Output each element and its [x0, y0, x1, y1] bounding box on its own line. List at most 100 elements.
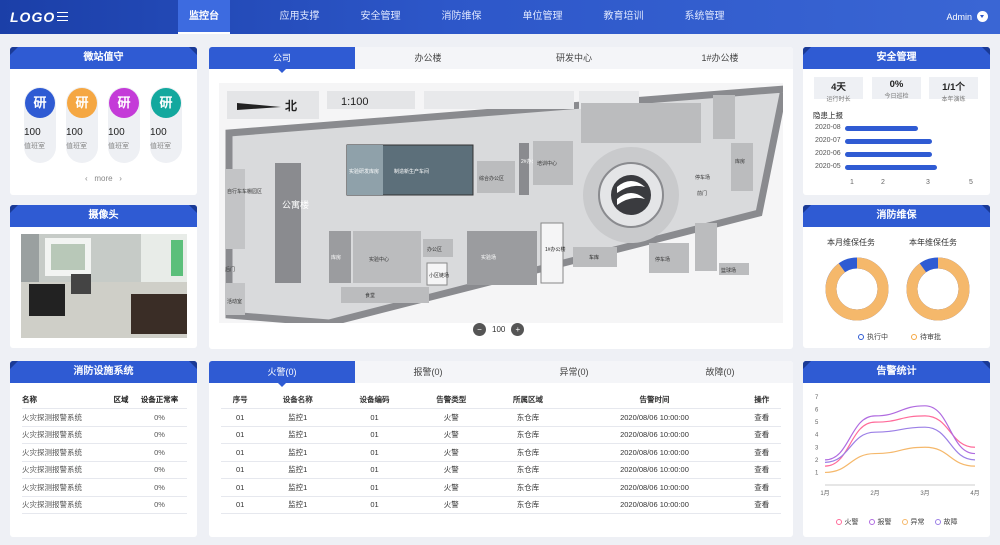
safety-panel: 安全管理 4天 运行时长 0% 今日巡检 1/1个 本年演练 隐患上报 2020-08 20…	[803, 47, 990, 195]
nav-item-6[interactable]: 系统管理	[664, 0, 745, 34]
table-row[interactable]: 01 监控1 01 火警 东仓库 2020/08/06 10:00:00 查看	[221, 461, 781, 479]
camera-feed[interactable]	[21, 234, 187, 338]
table-row[interactable]: 01 监控1 01 火警 东仓库 2020/08/06 10:00:00 查看	[221, 496, 781, 514]
table-cell: 2020/08/06 10:00:00	[566, 426, 743, 444]
donut-center-label: 90%	[928, 284, 948, 295]
duty-pager[interactable]: ‹ more ›	[10, 174, 197, 183]
user-menu[interactable]: Admin	[946, 11, 988, 22]
hazard-bar-row: 2020-06	[815, 150, 985, 159]
table-cell: 东仓库	[489, 443, 567, 462]
legend-text: 异常	[910, 519, 925, 526]
logo: LOGO	[10, 9, 56, 25]
menu-icon[interactable]	[57, 12, 68, 21]
table-cell: 01	[221, 408, 260, 427]
series-line-1	[824, 405, 976, 461]
alarm-tabs: 火警(0) 报警(0) 异常(0) 故障(0)	[209, 361, 793, 387]
table-cell: 2020/08/06 10:00:00	[566, 443, 743, 462]
map-tab-3[interactable]: 1#办公楼	[647, 47, 793, 69]
nav-item-0[interactable]: 监控台	[178, 0, 230, 34]
table-row[interactable]: 火灾探测报警系统 0%	[22, 426, 187, 444]
stat-label: 今日巡检	[884, 94, 909, 100]
duty-card[interactable]: 研 100 值班室	[108, 87, 140, 163]
table-row[interactable]: 01 监控1 01 火警 东仓库 2020/08/06 10:00:00 查看	[221, 478, 781, 497]
table-header-cell: 序号	[221, 391, 260, 409]
alarm-tab-3[interactable]: 故障(0)	[647, 361, 793, 383]
table-row[interactable]: 火灾探测报警系统 0%	[22, 496, 187, 514]
table-cell: 01	[336, 443, 413, 462]
table-row[interactable]: 火灾探测报警系统 0%	[22, 478, 187, 497]
alarm-tab-0[interactable]: 火警(0)	[209, 361, 355, 387]
nav-item-5[interactable]: 教育培训	[583, 0, 664, 34]
year-task-label: 本年维保任务	[909, 238, 957, 247]
map-label: 实验场	[481, 254, 496, 261]
nav-item-4[interactable]: 单位管理	[502, 0, 583, 34]
table-cell: 01	[221, 443, 260, 462]
map-tab-1[interactable]: 办公楼	[355, 47, 501, 69]
map-label: 小区链场	[429, 272, 449, 279]
y-tick: 2	[815, 458, 819, 464]
next-icon[interactable]: ›	[119, 174, 122, 183]
map-label: 培训中心	[537, 160, 557, 167]
duty-card[interactable]: 研 100 值班室	[150, 87, 182, 163]
stat-card: 4天 运行时长	[814, 77, 863, 103]
y-tick: 7	[815, 395, 819, 401]
table-cell: 01	[221, 478, 260, 497]
legend-text: 火警	[844, 519, 859, 526]
table-row[interactable]: 01 监控1 01 火警 东仓库 2020/08/06 10:00:00 查看	[221, 426, 781, 444]
bar-category: 2020-05	[815, 163, 841, 170]
legend-text: 待审批	[920, 334, 941, 341]
view-link[interactable]: 查看	[742, 496, 781, 514]
x-tick: 3月	[920, 490, 929, 497]
more-link[interactable]: more	[94, 174, 112, 183]
user-dropdown-icon[interactable]	[977, 11, 988, 22]
view-link[interactable]: 查看	[742, 426, 781, 444]
duty-card[interactable]: 研 100 值班室	[24, 87, 56, 163]
table-cell: 火警	[412, 461, 490, 479]
table-cell: 监控1	[259, 408, 337, 427]
zoom-out-button[interactable]: −	[473, 323, 486, 336]
table-cell: 01	[221, 496, 260, 514]
stat-label: 运行时长	[826, 97, 851, 103]
table-header-cell: 设备正常率	[132, 391, 187, 409]
table-row[interactable]: 火灾探测报警系统 0%	[22, 443, 187, 462]
alarm-panel: 火警(0) 报警(0) 异常(0) 故障(0) 序号 设备名称 设备编码 告警类型 所属区域告…	[209, 361, 793, 537]
alarm-stats-panel: 告警统计 1 2 3 4 5 6 7 1月 2月 3月 4月 火警 报警 异常 故障	[803, 361, 990, 537]
alarm-tab-1[interactable]: 报警(0)	[355, 361, 501, 383]
legend-dot	[835, 519, 842, 525]
map-tab-2[interactable]: 研发中心	[501, 47, 647, 69]
camera-title: 摄像头	[10, 205, 197, 227]
view-link[interactable]: 查看	[742, 408, 781, 427]
table-header-cell: 名称	[22, 391, 110, 409]
view-link[interactable]: 查看	[742, 478, 781, 497]
view-link[interactable]: 查看	[742, 461, 781, 479]
prev-icon[interactable]: ‹	[85, 174, 88, 183]
table-row[interactable]: 01 监控1 01 火警 东仓库 2020/08/06 10:00:00 查看	[221, 408, 781, 427]
table-cell: 2020/08/06 10:00:00	[566, 461, 743, 479]
table-cell: 火警	[412, 496, 490, 514]
series-line-3	[824, 426, 976, 463]
view-link[interactable]: 查看	[742, 443, 781, 462]
table-header-cell: 区域	[110, 391, 132, 409]
table-row[interactable]: 01 监控1 01 火警 东仓库 2020/08/06 10:00:00 查看	[221, 443, 781, 462]
table-row[interactable]: 火灾探测报警系统 0%	[22, 408, 187, 427]
bar-category: 2020-06	[815, 150, 841, 157]
bar-category: 2020-08	[815, 124, 841, 131]
map-label: 制造新生产车间	[394, 168, 429, 175]
duty-card[interactable]: 研 100 值班室	[66, 87, 98, 163]
duty-avatar: 研	[151, 88, 181, 118]
table-cell: 01	[336, 426, 413, 444]
hazard-bar	[845, 126, 918, 131]
legend-text: 报警	[877, 519, 892, 526]
table-row[interactable]: 火灾探测报警系统 0%	[22, 461, 187, 479]
nav-item-3[interactable]: 消防维保	[421, 0, 502, 34]
table-cell: 01	[221, 461, 260, 479]
donut-center-label: 90%	[847, 284, 867, 295]
nav-item-1[interactable]: 应用支撑	[259, 0, 340, 34]
map-tab-0[interactable]: 公司	[209, 47, 355, 73]
duty-label: 值班室	[24, 143, 45, 150]
site-map[interactable]: 北 1:100 库房 实验研发库房 制造新生产车间 综合办公区 2#办公 培训中…	[219, 83, 783, 323]
zoom-in-button[interactable]: +	[511, 323, 525, 336]
table-header-row: 序号 设备名称 设备编码 告警类型 所属区域 告警时间 操作	[221, 391, 781, 409]
nav-item-2[interactable]: 安全管理	[340, 0, 421, 34]
alarm-tab-2[interactable]: 异常(0)	[501, 361, 647, 383]
